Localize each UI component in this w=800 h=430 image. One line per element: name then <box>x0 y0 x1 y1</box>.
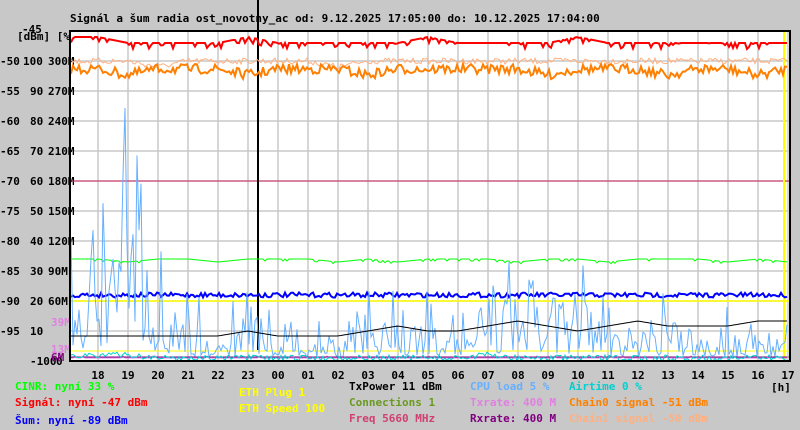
x-tick-label: 19 <box>121 369 134 382</box>
y-tick-dbm: -50 <box>0 55 20 68</box>
x-tick-label: 20 <box>151 369 164 382</box>
legend-signal: Signál: nyní -47 dBm <box>15 396 148 409</box>
legend-freq: Freq 5660 MHz <box>349 412 436 425</box>
legend-cpu: CPU load 5 % <box>470 380 550 393</box>
y-tick-dbm: -95 <box>0 325 20 338</box>
x-tick-label: 16 <box>751 369 765 382</box>
x-tick-label: 17 <box>781 369 794 382</box>
y-tick-dbm: -75 <box>0 205 20 218</box>
legend-connections: Connections 1 <box>349 396 436 409</box>
x-axis-label: [h] <box>771 381 791 394</box>
chart-window: Signál a šum radia ost_novotny_ac od: 9.… <box>0 0 800 430</box>
y-tick-rate-small: 6M <box>51 351 65 364</box>
legend-txrate: Txrate: 400 M <box>470 396 557 409</box>
x-tick-label: 21 <box>181 369 195 382</box>
y-tick-dbm: -80 <box>0 235 20 248</box>
y-tick-dbm: -55 <box>0 85 20 98</box>
x-tick-label: 13 <box>661 369 674 382</box>
legend-eth-plug: ETH Plug 1 <box>239 386 306 399</box>
legend-cinr: CINR: nyní 33 % <box>15 380 115 393</box>
y-tick-pct: 60 <box>30 175 43 188</box>
y-tick-dbm: -60 <box>0 115 20 128</box>
signal-noise-chart: Signál a šum radia ost_novotny_ac od: 9.… <box>0 0 795 394</box>
plot-area <box>70 31 790 361</box>
x-tick-label: 15 <box>721 369 734 382</box>
legend-rxrate: Rxrate: 400 M <box>470 412 557 425</box>
y-tick-pct: 80 <box>30 115 43 128</box>
y-tick-pct: 100 <box>23 55 43 68</box>
y-tick-pct: 40 <box>30 235 43 248</box>
x-tick-label: 02 <box>331 369 344 382</box>
legend-noise: Šum: nyní -89 dBm <box>15 414 128 427</box>
legend-eth-speed: ETH Speed 100 <box>239 402 326 415</box>
y-tick-dbm: -70 <box>0 175 20 188</box>
y-tick-pct: 50 <box>30 205 43 218</box>
legend-airtime: Airtime 0 % <box>569 380 642 393</box>
y-tick-pct: 10 <box>30 325 43 338</box>
y-tick-pct: 20 <box>30 295 43 308</box>
y-tick-dbm: -90 <box>0 295 20 308</box>
x-tick-label: 14 <box>691 369 705 382</box>
x-tick-label: 23 <box>241 369 254 382</box>
legend-chain1: Chain1 signal -50 dBm <box>569 412 709 425</box>
y-tick-pct: 90 <box>30 85 43 98</box>
y-tick-dbm: -85 <box>0 265 20 278</box>
y-tick-rate: 90M <box>48 265 68 278</box>
x-tick-label: 01 <box>301 369 315 382</box>
y-tick-dbm: -45 <box>22 23 42 36</box>
y-tick-pct: 30 <box>30 265 43 278</box>
x-tick-label: 00 <box>271 369 284 382</box>
y-tick-dbm: -65 <box>0 145 20 158</box>
chart-title: Signál a šum radia ost_novotny_ac od: 9.… <box>70 12 600 25</box>
y-tick-rate-small: 39M <box>51 316 71 329</box>
y-tick-pct: 70 <box>30 145 43 158</box>
legend-chain0: Chain0 signal -51 dBm <box>569 396 709 409</box>
y-tick-rate: 60M <box>48 295 68 308</box>
legend-txpower: TxPower 11 dBm <box>349 380 442 393</box>
x-tick-label: 06 <box>451 369 465 382</box>
x-tick-label: 22 <box>211 369 224 382</box>
